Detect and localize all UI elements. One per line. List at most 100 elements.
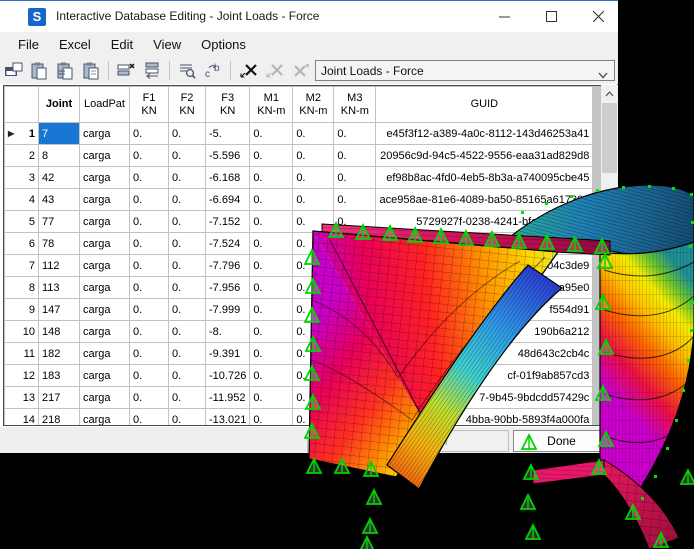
cell-m3[interactable]: 0. bbox=[334, 167, 376, 189]
cell-guid[interactable]: ef98b8ac-4fd0-4eb5-8b3a-a740095cbe45 bbox=[376, 167, 593, 189]
cell-guid[interactable]: 4bba-90bb-5893f4a000fa bbox=[376, 409, 593, 427]
cell-loadpat[interactable]: carga bbox=[80, 365, 130, 387]
scrollbar-thumb[interactable] bbox=[602, 103, 617, 173]
vertical-scrollbar[interactable] bbox=[601, 85, 618, 426]
row-number[interactable]: 2 bbox=[5, 145, 39, 167]
cell-loadpat[interactable]: carga bbox=[80, 145, 130, 167]
cell-m1[interactable]: 0. bbox=[250, 299, 293, 321]
cell-f3[interactable]: -7.956 bbox=[206, 277, 250, 299]
cell-f3[interactable]: -5. bbox=[206, 123, 250, 145]
replace-icon[interactable]: cb bbox=[201, 59, 226, 82]
cell-f3[interactable]: -7.524 bbox=[206, 233, 250, 255]
cell-f1[interactable]: 0. bbox=[130, 321, 169, 343]
row-number[interactable]: 3 bbox=[5, 167, 39, 189]
cell-f1[interactable]: 0. bbox=[130, 211, 169, 233]
cell-loadpat[interactable]: carga bbox=[80, 387, 130, 409]
cell-f3[interactable]: -8. bbox=[206, 321, 250, 343]
cell-m1[interactable]: 0. bbox=[250, 343, 293, 365]
row-number[interactable]: 7 bbox=[5, 255, 39, 277]
cell-f2[interactable]: 0. bbox=[169, 189, 206, 211]
cell-joint[interactable]: 7 bbox=[39, 123, 80, 145]
cell-m3[interactable]: 0. bbox=[334, 189, 376, 211]
cell-loadpat[interactable]: carga bbox=[80, 211, 130, 233]
cell-m1[interactable]: 0. bbox=[250, 387, 293, 409]
cell-f3[interactable]: -13.021 bbox=[206, 409, 250, 427]
cell-guid[interactable]: cf-01f9ab857cd3 bbox=[376, 365, 593, 387]
cell-f3[interactable]: -6.168 bbox=[206, 167, 250, 189]
cell-m2[interactable]: 0. bbox=[293, 343, 334, 365]
cell-f2[interactable]: 0. bbox=[169, 255, 206, 277]
cell-m1[interactable]: 0. bbox=[250, 167, 293, 189]
cell-m1[interactable]: 0. bbox=[250, 233, 293, 255]
column-header[interactable]: F3KN bbox=[206, 87, 250, 123]
close-button[interactable] bbox=[581, 1, 615, 32]
cell-m2[interactable]: 0. bbox=[293, 365, 334, 387]
scroll-up-button[interactable] bbox=[601, 85, 618, 102]
cell-f2[interactable]: 0. bbox=[169, 233, 206, 255]
cell-m2[interactable]: 0. bbox=[293, 277, 334, 299]
cell-m1[interactable]: 0. bbox=[250, 189, 293, 211]
cell-f2[interactable]: 0. bbox=[169, 123, 206, 145]
copy-window-icon[interactable] bbox=[1, 59, 26, 82]
cell-joint[interactable]: 42 bbox=[39, 167, 80, 189]
cell-guid[interactable]: f554d91 bbox=[376, 299, 593, 321]
cell-m2[interactable]: 0. bbox=[293, 189, 334, 211]
row-number[interactable]: 5 bbox=[5, 211, 39, 233]
cell-f3[interactable]: -5.596 bbox=[206, 145, 250, 167]
menu-item[interactable]: File bbox=[8, 34, 49, 55]
cell-joint[interactable]: 43 bbox=[39, 189, 80, 211]
row-number[interactable]: 8 bbox=[5, 277, 39, 299]
cell-guid[interactable]: 04c3de9 bbox=[376, 255, 593, 277]
row-number[interactable]: 12 bbox=[5, 365, 39, 387]
titlebar[interactable]: S Interactive Database Editing - Joint L… bbox=[0, 1, 618, 32]
cell-m3[interactable]: 0. bbox=[334, 277, 376, 299]
cell-m1[interactable]: 0. bbox=[250, 321, 293, 343]
cell-f2[interactable]: 0. bbox=[169, 387, 206, 409]
cell-m2[interactable]: 0. bbox=[293, 321, 334, 343]
cell-m1[interactable]: 0. bbox=[250, 211, 293, 233]
cell-f3[interactable]: -9.391 bbox=[206, 343, 250, 365]
cell-f1[interactable]: 0. bbox=[130, 365, 169, 387]
cell-loadpat[interactable]: carga bbox=[80, 299, 130, 321]
cell-f2[interactable]: 0. bbox=[169, 365, 206, 387]
cell-m1[interactable]: 0. bbox=[250, 409, 293, 427]
row-number[interactable]: 13 bbox=[5, 387, 39, 409]
cell-loadpat[interactable]: carga bbox=[80, 277, 130, 299]
cell-joint[interactable]: 183 bbox=[39, 365, 80, 387]
cell-f2[interactable]: 0. bbox=[169, 145, 206, 167]
cell-loadpat[interactable]: carga bbox=[80, 255, 130, 277]
cell-f3[interactable]: -11.952 bbox=[206, 387, 250, 409]
minimize-button[interactable] bbox=[487, 1, 521, 32]
cell-m2[interactable]: 0. bbox=[293, 299, 334, 321]
cell-guid[interactable]: ace958ae-81e6-4089-ba50-85165a617306 bbox=[376, 189, 593, 211]
table-selector-dropdown[interactable]: Joint Loads - Force bbox=[315, 60, 615, 81]
cell-guid[interactable]: e45f3f12-a389-4a0c-8112-143d46253a41 bbox=[376, 123, 593, 145]
maximize-button[interactable] bbox=[534, 1, 568, 32]
column-header[interactable]: GUID bbox=[376, 87, 593, 123]
cell-m3[interactable]: 0. bbox=[334, 211, 376, 233]
cell-joint[interactable]: 8 bbox=[39, 145, 80, 167]
cell-f3[interactable]: -6.694 bbox=[206, 189, 250, 211]
cell-m1[interactable]: 0. bbox=[250, 145, 293, 167]
menu-item[interactable]: Excel bbox=[49, 34, 101, 55]
cell-joint[interactable]: 148 bbox=[39, 321, 80, 343]
cell-joint[interactable]: 112 bbox=[39, 255, 80, 277]
find-icon[interactable] bbox=[175, 59, 200, 82]
cell-joint[interactable]: 182 bbox=[39, 343, 80, 365]
cell-f2[interactable]: 0. bbox=[169, 211, 206, 233]
cell-m3[interactable]: 0. bbox=[334, 343, 376, 365]
cell-m3[interactable]: 0. bbox=[334, 299, 376, 321]
cell-joint[interactable]: 78 bbox=[39, 233, 80, 255]
cell-guid[interactable]: 20956c9d-94c5-4522-9556-eaa31ad829d8 bbox=[376, 145, 593, 167]
cell-m3[interactable]: 0. bbox=[334, 365, 376, 387]
cell-f1[interactable]: 0. bbox=[130, 409, 169, 427]
cell-m2[interactable]: 0. bbox=[293, 233, 334, 255]
cell-m3[interactable]: 0. bbox=[334, 409, 376, 427]
paste-append-icon[interactable] bbox=[53, 59, 78, 82]
cell-f2[interactable]: 0. bbox=[169, 167, 206, 189]
column-header[interactable]: M2KN-m bbox=[293, 87, 334, 123]
done-button[interactable]: Done bbox=[513, 430, 610, 452]
cell-guid[interactable]: a95e0 bbox=[376, 277, 593, 299]
cell-joint[interactable]: 218 bbox=[39, 409, 80, 427]
cell-m1[interactable]: 0. bbox=[250, 255, 293, 277]
